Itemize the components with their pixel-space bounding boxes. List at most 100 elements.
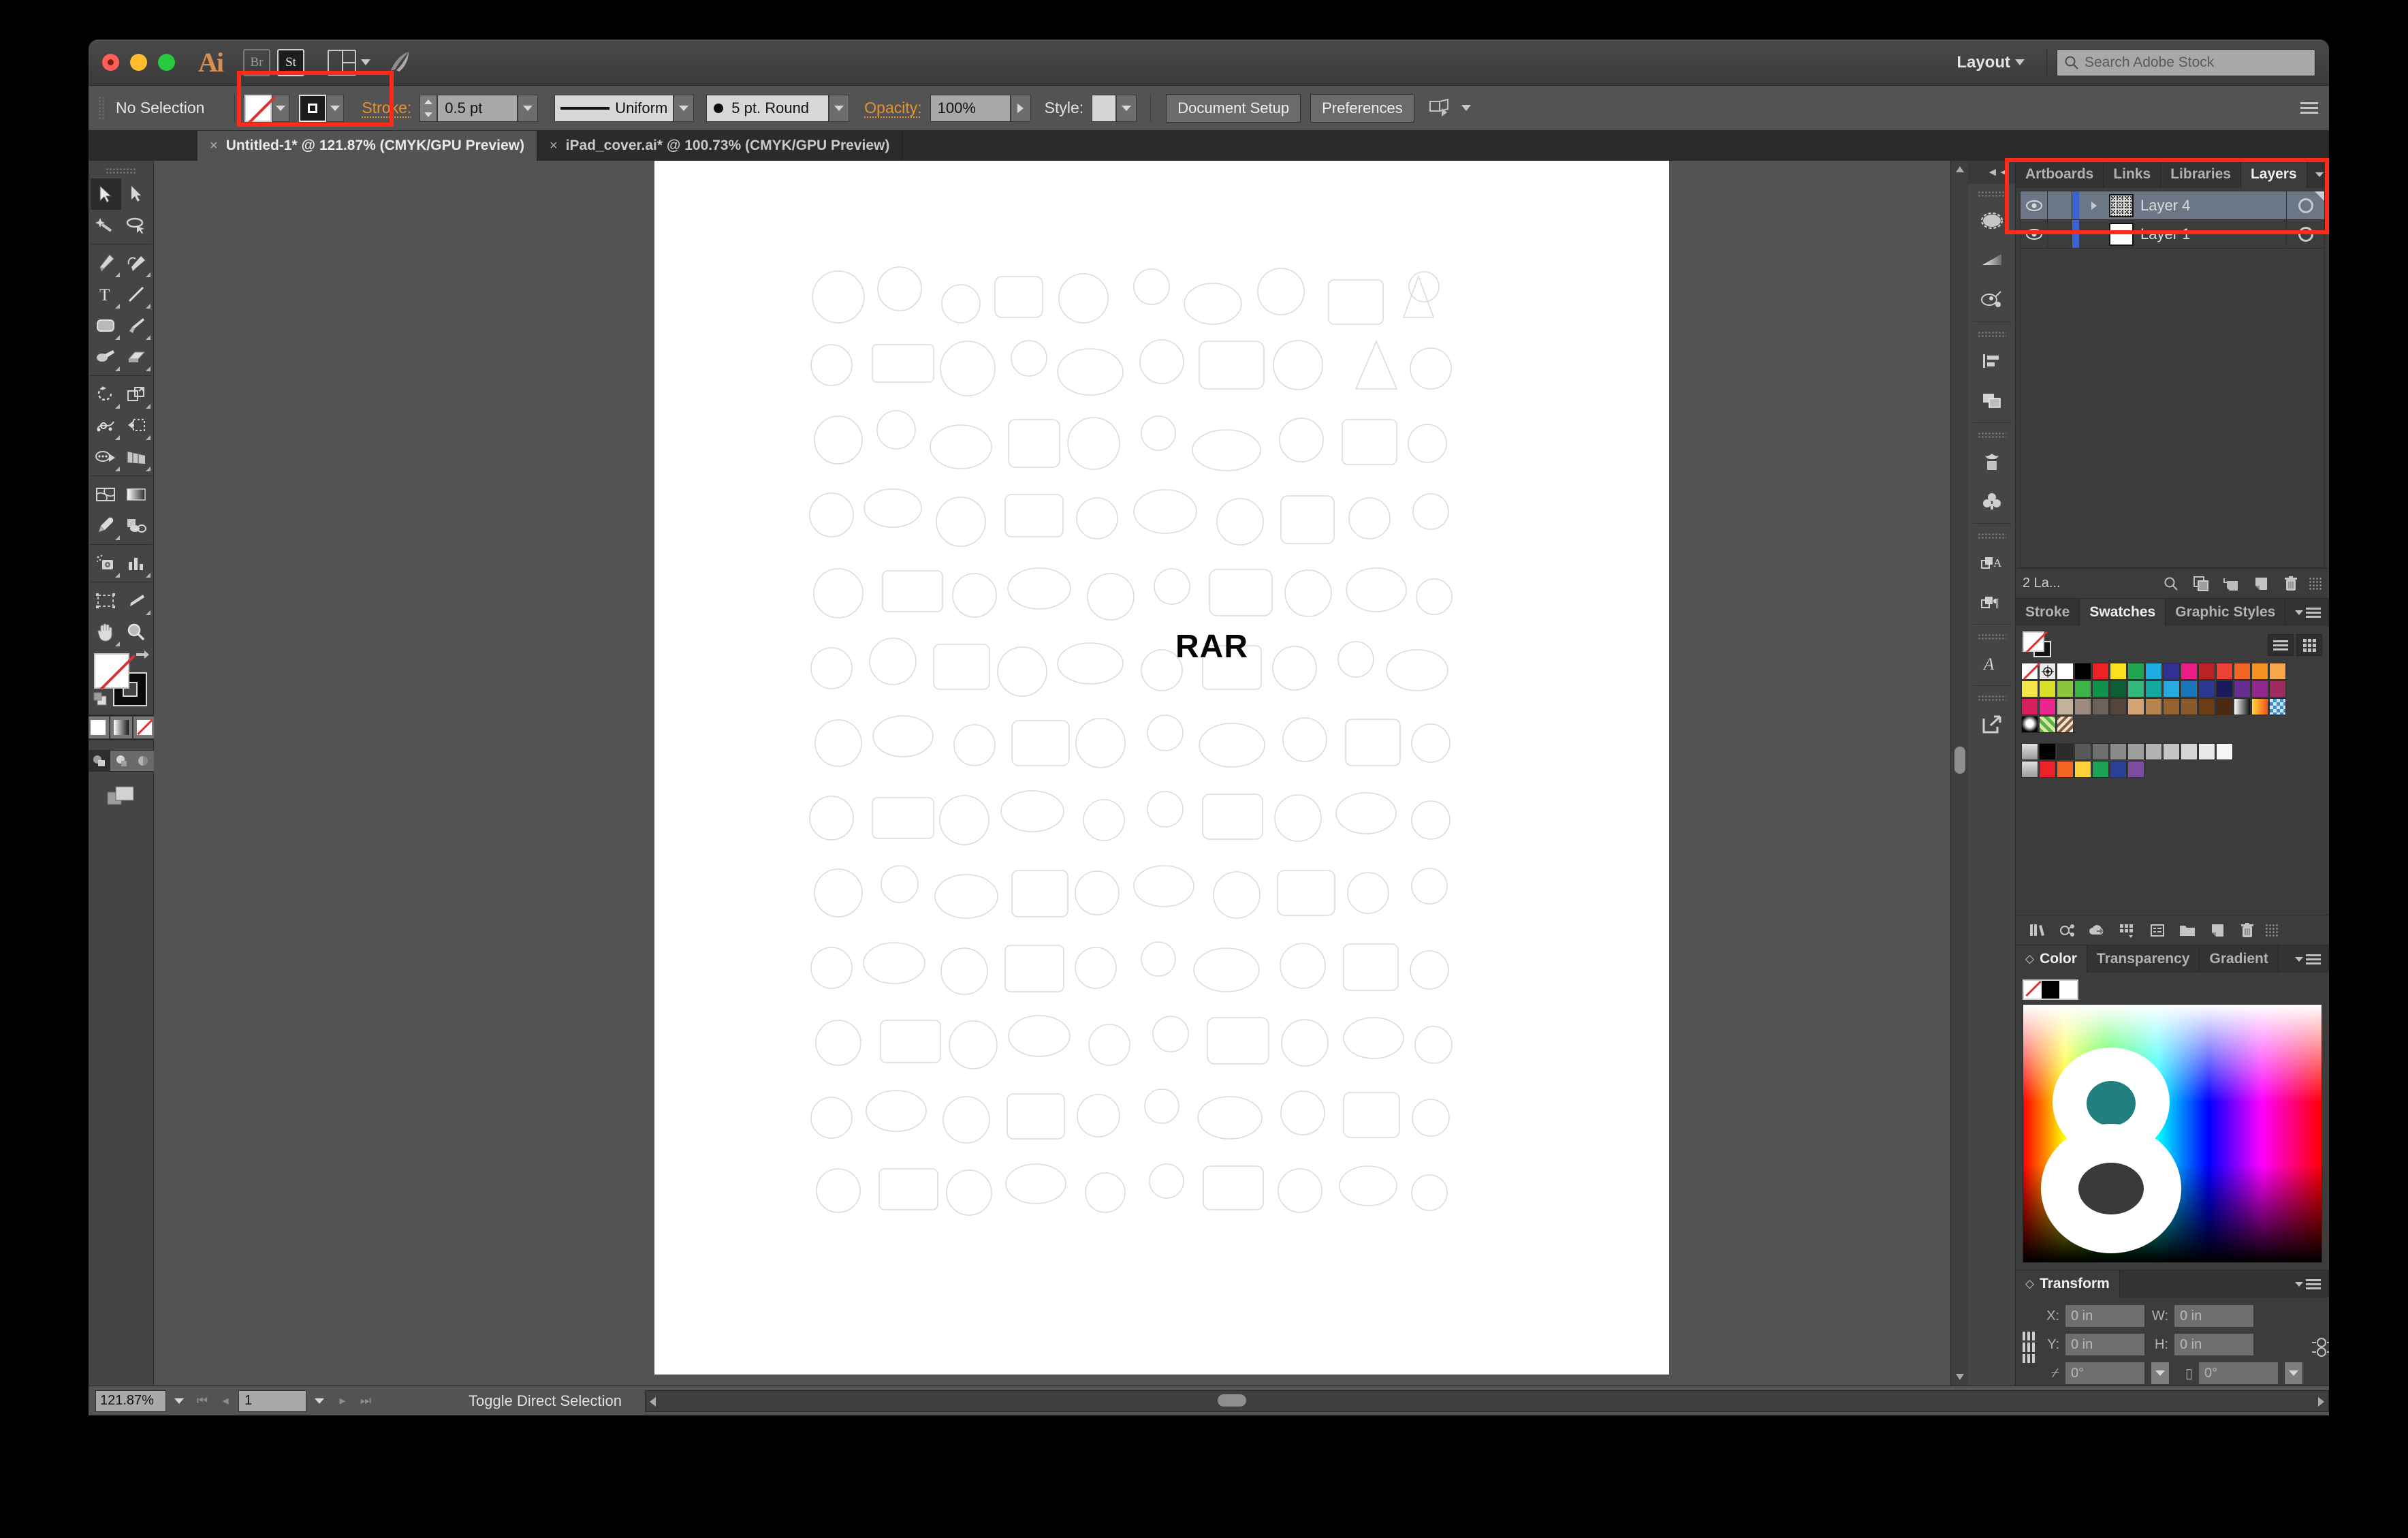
- swatch-gray[interactable]: [2145, 743, 2162, 760]
- panel-resize-grip[interactable]: [2265, 923, 2279, 937]
- w-input[interactable]: 0 in: [2174, 1304, 2254, 1328]
- transform-panel-menu-icon[interactable]: [2287, 1270, 2329, 1298]
- swatch-gradient-orange[interactable]: [2251, 698, 2268, 715]
- toolbox-grip[interactable]: [105, 168, 137, 174]
- add-to-library-icon[interactable]: [2082, 915, 2112, 945]
- swatch-gray[interactable]: [2074, 743, 2091, 760]
- delete-layer-icon[interactable]: [2276, 569, 2306, 599]
- opacity-input[interactable]: 100%: [930, 94, 1011, 122]
- artboard[interactable]: RAR: [654, 161, 1669, 1375]
- swatch-color[interactable]: [2145, 698, 2162, 715]
- icon-group-grip[interactable]: [1977, 331, 2006, 337]
- gradient-mode-button[interactable]: [109, 716, 133, 739]
- swatch-gray[interactable]: [2181, 743, 2198, 760]
- layer-row[interactable]: Layer 1: [2020, 219, 2325, 248]
- h-input[interactable]: 0 in: [2174, 1333, 2254, 1356]
- swatch-color[interactable]: [2127, 680, 2144, 697]
- swatch-color[interactable]: [2251, 663, 2268, 680]
- zoom-tool[interactable]: [121, 616, 152, 648]
- swatch-color[interactable]: [2234, 680, 2251, 697]
- swatch-color[interactable]: [2269, 680, 2286, 697]
- scale-tool[interactable]: [121, 379, 152, 410]
- panel-menu-icon[interactable]: [2300, 102, 2318, 114]
- stroke-profile-control[interactable]: Uniform: [554, 94, 695, 122]
- canvas-horizontal-scrollbar[interactable]: [645, 1390, 2329, 1412]
- color-mode-button[interactable]: [89, 716, 110, 739]
- document-setup-button[interactable]: Document Setup: [1166, 93, 1301, 123]
- layer-visibility-icon[interactable]: [2021, 220, 2048, 248]
- swatch-color[interactable]: [2074, 680, 2091, 697]
- color-harmony-icon[interactable]: [2053, 915, 2082, 945]
- swatch-none[interactable]: [2021, 663, 2038, 680]
- brush-chevron-down-icon[interactable]: [829, 94, 850, 122]
- tab-swatches[interactable]: Swatches: [2080, 599, 2166, 626]
- arrange-documents-icon[interactable]: [328, 49, 356, 76]
- swatch-color[interactable]: [2057, 761, 2074, 778]
- tool-status-label[interactable]: Toggle Direct Selection: [469, 1392, 622, 1410]
- color-black-swatch[interactable]: [2042, 981, 2059, 999]
- swatch-color[interactable]: [2216, 698, 2233, 715]
- style-swatch-icon[interactable]: [1092, 94, 1117, 122]
- swatch-color[interactable]: [2074, 698, 2091, 715]
- swatch-color[interactable]: [2269, 663, 2286, 680]
- free-transform-tool[interactable]: [121, 410, 152, 441]
- tab-untitled-1[interactable]: × Untitled-1* @ 121.87% (CMYK/GPU Previe…: [197, 131, 537, 161]
- curvature-tool[interactable]: [121, 247, 152, 279]
- collapse-panels-icon[interactable]: ◄◄: [1968, 161, 2015, 184]
- icon-group-grip[interactable]: [1977, 533, 2006, 539]
- swatch-color[interactable]: [2110, 698, 2127, 715]
- column-graph-tool[interactable]: [121, 548, 152, 579]
- blend-tool[interactable]: [121, 510, 152, 542]
- icon-group-grip[interactable]: [1977, 633, 2006, 640]
- create-new-layer-icon[interactable]: [2246, 569, 2276, 599]
- swatch-color[interactable]: [2251, 680, 2268, 697]
- rotate-chevron-down-icon[interactable]: [2151, 1362, 2170, 1385]
- style-chevron-down-icon[interactable]: [1116, 94, 1137, 122]
- eyedropper-tool[interactable]: [91, 510, 121, 542]
- last-artboard-button[interactable]: ⏭: [355, 1390, 376, 1412]
- artboard-number-input[interactable]: 1: [238, 1390, 306, 1412]
- tab-stroke[interactable]: Stroke: [2016, 599, 2080, 626]
- scrollbar-thumb[interactable]: [1218, 1394, 1247, 1407]
- brush-definition-value[interactable]: 5 pt. Round: [706, 94, 829, 122]
- tab-gradient[interactable]: Gradient: [2200, 945, 2279, 973]
- swatch-color[interactable]: [2039, 680, 2056, 697]
- swatch-color[interactable]: [2181, 680, 2198, 697]
- canvas-vertical-scrollbar[interactable]: [1950, 161, 1968, 1385]
- stroke-weight-stepper[interactable]: [419, 94, 438, 122]
- swatch-color[interactable]: [2127, 698, 2144, 715]
- shape-builder-tool[interactable]: [91, 441, 121, 473]
- swatch-white[interactable]: [2057, 663, 2074, 680]
- stroke-chevron-down-icon[interactable]: [326, 94, 345, 122]
- layers-empty-area[interactable]: [2020, 248, 2325, 568]
- layer-row[interactable]: Layer 4: [2020, 191, 2325, 219]
- swatch-color[interactable]: [2181, 698, 2198, 715]
- eraser-tool[interactable]: [121, 341, 152, 373]
- hand-tool[interactable]: [91, 616, 121, 648]
- icon-group-grip[interactable]: [1977, 695, 2006, 701]
- create-sublayer-icon[interactable]: [2216, 569, 2246, 599]
- scrollbar-thumb[interactable]: [1954, 747, 1965, 774]
- minimize-window-button[interactable]: [130, 54, 147, 71]
- swatch-color[interactable]: [2145, 680, 2162, 697]
- icon-group-grip[interactable]: [1977, 432, 2006, 438]
- layer-expand-arrow-icon[interactable]: [2079, 200, 2109, 211]
- symbol-sprayer-tool[interactable]: [91, 548, 121, 579]
- swatch-folder-brights[interactable]: [2021, 761, 2038, 778]
- bridge-button[interactable]: Br: [243, 48, 270, 76]
- layer-name[interactable]: Layer 4: [2140, 197, 2286, 215]
- screen-mode-button[interactable]: [106, 784, 136, 807]
- color-none-swatch[interactable]: [2024, 981, 2042, 999]
- close-icon[interactable]: ×: [550, 138, 558, 154]
- direct-selection-tool[interactable]: [121, 178, 152, 210]
- stroke-weight-chevron-down-icon[interactable]: [518, 94, 539, 122]
- adobe-stock-search-input[interactable]: Search Adobe Stock: [2057, 48, 2315, 76]
- draw-inside-button[interactable]: [131, 751, 154, 771]
- line-segment-tool[interactable]: [121, 279, 152, 310]
- locate-object-icon[interactable]: [2156, 569, 2186, 599]
- swatch-color[interactable]: [2216, 680, 2233, 697]
- zoom-chevron-down-icon[interactable]: [169, 1390, 189, 1412]
- character-styles-icon[interactable]: A: [1973, 543, 2011, 582]
- layer-name[interactable]: Layer 1: [2140, 225, 2286, 243]
- icon-group-grip[interactable]: [1977, 191, 2006, 197]
